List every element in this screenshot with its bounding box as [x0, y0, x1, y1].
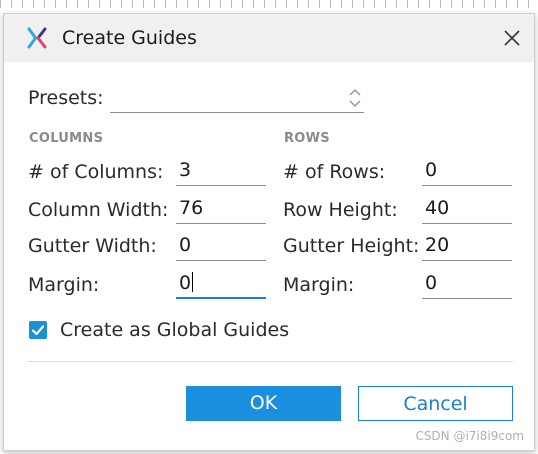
rows-count-label: # of Rows: — [283, 161, 386, 183]
columns-margin-value: 0 — [179, 272, 192, 294]
row-height-value: 40 — [425, 197, 450, 219]
row-height-input[interactable]: 40 — [422, 194, 512, 224]
gutter-width-label: Gutter Width: — [28, 235, 157, 257]
create-guides-dialog: Create Guides Presets: COLUMNS ROWS # of… — [3, 13, 535, 451]
divider — [27, 361, 513, 362]
global-guides-checkbox[interactable] — [29, 321, 47, 339]
checkmark-icon — [31, 325, 45, 336]
columns-margin-input[interactable]: 0 — [176, 269, 266, 299]
text-caret — [192, 272, 194, 292]
watermark: CSDN @i7i8i9com — [415, 429, 524, 443]
rows-margin-value: 0 — [425, 272, 438, 294]
cancel-button[interactable]: Cancel — [358, 386, 513, 421]
column-width-value: 76 — [179, 197, 204, 219]
columns-section-label: COLUMNS — [29, 131, 104, 146]
global-guides-label[interactable]: Create as Global Guides — [60, 318, 289, 342]
select-updown-icon — [349, 88, 361, 108]
gutter-width-input[interactable]: 0 — [176, 231, 266, 261]
rows-count-value: 0 — [425, 159, 438, 181]
presets-label: Presets: — [28, 87, 104, 109]
x-logo-icon — [27, 27, 47, 49]
gutter-height-value: 20 — [425, 234, 450, 256]
gutter-width-value: 0 — [179, 234, 192, 256]
ruler-dashes — [0, 0, 538, 8]
dialog-title: Create Guides — [62, 27, 197, 49]
gutter-height-label: Gutter Height: — [283, 235, 420, 257]
columns-count-value: 3 — [179, 159, 192, 181]
close-icon[interactable] — [498, 24, 526, 52]
rows-margin-input[interactable]: 0 — [422, 269, 512, 299]
row-height-label: Row Height: — [283, 199, 398, 221]
presets-select[interactable] — [110, 84, 364, 113]
ok-button[interactable]: OK — [186, 386, 341, 421]
column-width-label: Column Width: — [28, 199, 169, 221]
columns-count-input[interactable]: 3 — [176, 156, 266, 186]
rows-margin-label: Margin: — [283, 274, 355, 296]
rows-count-input[interactable]: 0 — [422, 156, 512, 186]
columns-margin-label: Margin: — [28, 274, 100, 296]
gutter-height-input[interactable]: 20 — [422, 231, 512, 261]
dialog-titlebar: Create Guides — [4, 14, 534, 62]
columns-count-label: # of Columns: — [28, 161, 164, 183]
column-width-input[interactable]: 76 — [176, 194, 266, 224]
rows-section-label: ROWS — [284, 131, 330, 146]
